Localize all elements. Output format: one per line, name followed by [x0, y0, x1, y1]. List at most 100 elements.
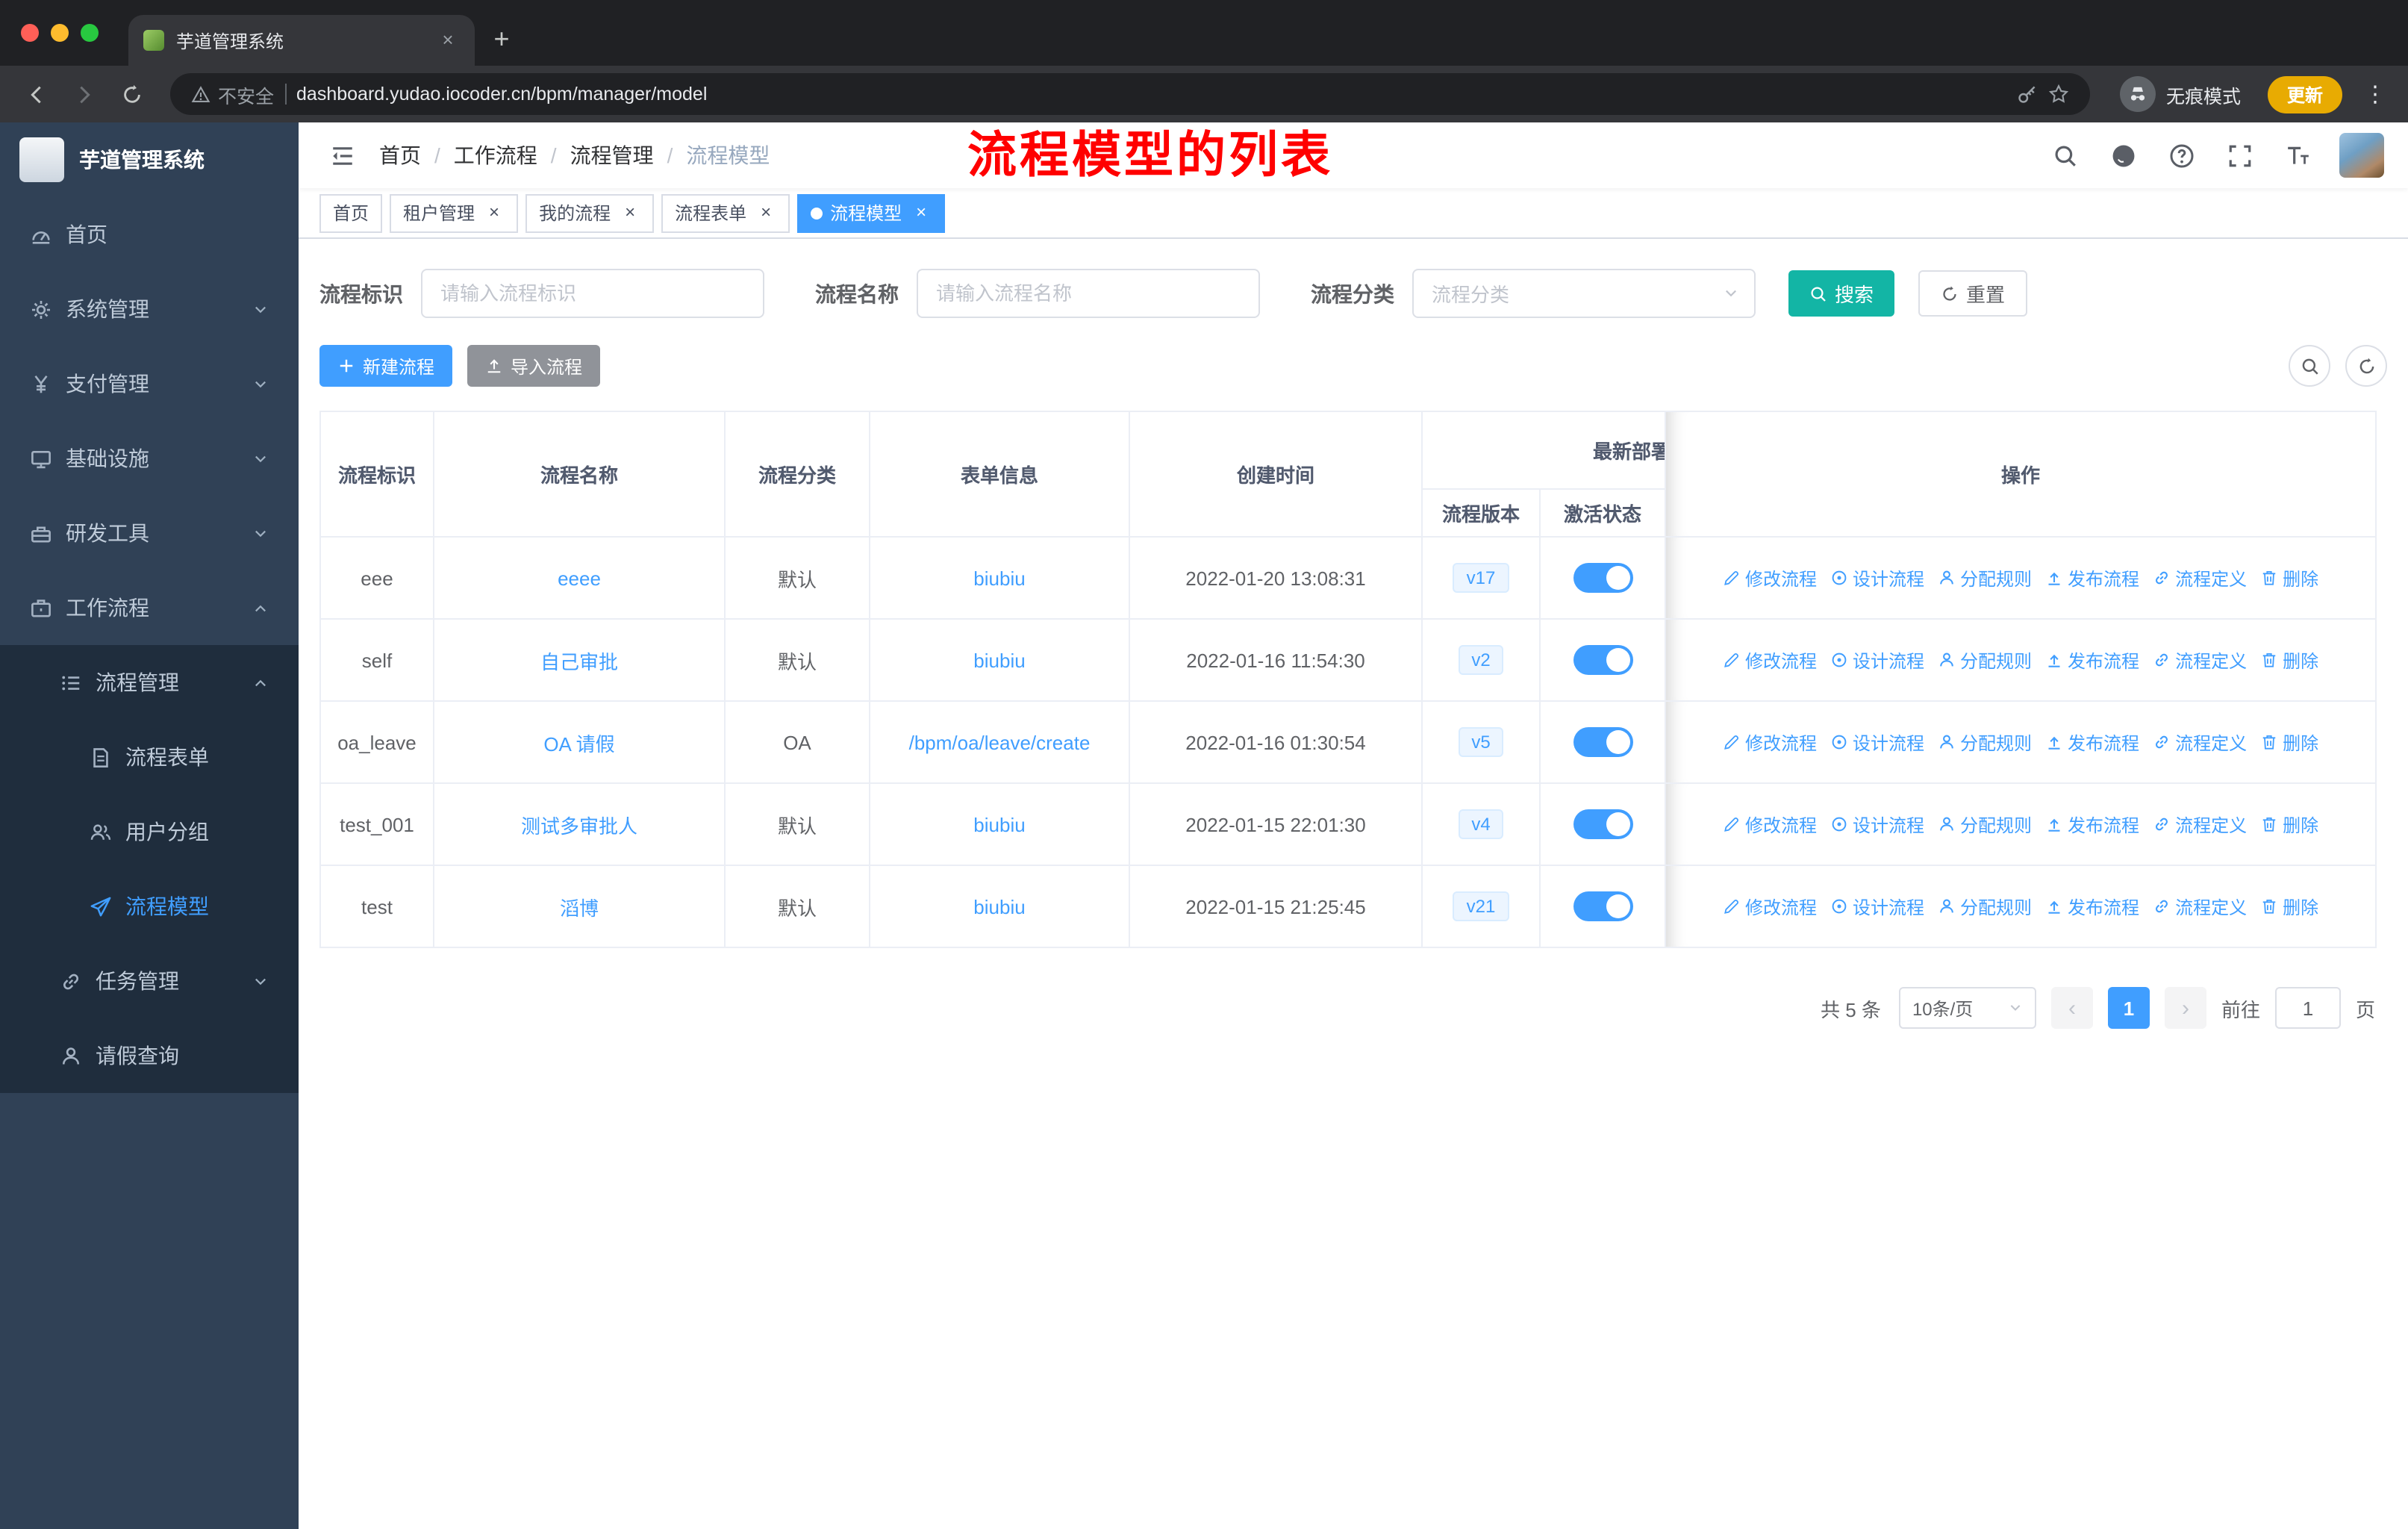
sidebar-item[interactable]: 研发工具	[0, 496, 299, 570]
action-deploy-process[interactable]: 发布流程	[2045, 812, 2139, 837]
tag-view[interactable]: 首页	[319, 193, 383, 232]
close-icon[interactable]: ×	[484, 202, 505, 223]
sidebar-collapse-button[interactable]	[322, 136, 361, 175]
incognito-profile-chip[interactable]: 无痕模式	[2108, 76, 2253, 112]
sidebar-item[interactable]: 流程模型	[0, 869, 299, 944]
action-assign-rules[interactable]: 分配规则	[1938, 647, 2032, 673]
action-deploy-process[interactable]: 发布流程	[2045, 565, 2139, 591]
action-modify-process[interactable]: 修改流程	[1723, 647, 1817, 673]
toggle-search-button[interactable]	[2289, 345, 2330, 387]
form-info-link[interactable]: /bpm/oa/leave/create	[909, 731, 1091, 753]
import-process-button[interactable]: 导入流程	[467, 345, 601, 387]
zoom-window-button[interactable]	[81, 24, 99, 42]
form-info-link[interactable]: biubiu	[973, 813, 1025, 835]
close-icon[interactable]: ×	[755, 202, 776, 223]
sidebar-item[interactable]: 基础设施	[0, 421, 299, 496]
tag-view[interactable]: 流程模型 ×	[797, 193, 946, 232]
action-process-definition[interactable]: 流程定义	[2153, 894, 2247, 919]
sidebar-item[interactable]: 用户分组	[0, 794, 299, 869]
action-assign-rules[interactable]: 分配规则	[1938, 812, 2032, 837]
action-modify-process[interactable]: 修改流程	[1723, 565, 1817, 591]
update-browser-button[interactable]: 更新	[2267, 75, 2342, 113]
breadcrumb-item[interactable]: 工作流程	[454, 140, 537, 170]
action-assign-rules[interactable]: 分配规则	[1938, 894, 2032, 919]
goto-page-input[interactable]	[2274, 987, 2341, 1029]
forward-button[interactable]	[63, 73, 105, 115]
sidebar-item[interactable]: 任务管理	[0, 944, 299, 1018]
action-modify-process[interactable]: 修改流程	[1723, 729, 1817, 755]
reload-button[interactable]	[110, 73, 152, 115]
action-process-definition[interactable]: 流程定义	[2153, 729, 2247, 755]
sidebar-item[interactable]: 流程表单	[0, 720, 299, 794]
process-name-link[interactable]: 自己审批	[540, 650, 618, 673]
action-assign-rules[interactable]: 分配规则	[1938, 565, 2032, 591]
reset-button[interactable]: 重置	[1918, 270, 2028, 317]
browser-tab[interactable]: 芋道管理系统 ×	[128, 15, 475, 66]
header-search-button[interactable]	[2048, 139, 2081, 172]
action-design-process[interactable]: 设计流程	[1830, 812, 1924, 837]
sidebar-item[interactable]: 系统管理	[0, 272, 299, 346]
sidebar-item[interactable]: 工作流程	[0, 570, 299, 645]
browser-menu-button[interactable]: ⋮	[2357, 81, 2393, 108]
close-icon[interactable]: ×	[620, 202, 640, 223]
action-process-definition[interactable]: 流程定义	[2153, 812, 2247, 837]
sidebar-item[interactable]: 首页	[0, 197, 299, 272]
action-deploy-process[interactable]: 发布流程	[2045, 894, 2139, 919]
status-toggle[interactable]	[1573, 891, 1632, 921]
process-name-link[interactable]: OA 请假	[543, 732, 614, 755]
current-page-button[interactable]: 1	[2107, 987, 2150, 1029]
close-icon[interactable]: ×	[911, 202, 932, 223]
page-size-select[interactable]: 10条/页	[1898, 987, 2036, 1029]
tag-view[interactable]: 租户管理 ×	[390, 193, 519, 232]
address-bar[interactable]: 不安全 dashboard.yudao.iocoder.cn/bpm/manag…	[170, 73, 2090, 115]
user-avatar[interactable]	[2339, 133, 2384, 178]
back-button[interactable]	[15, 73, 57, 115]
action-modify-process[interactable]: 修改流程	[1723, 812, 1817, 837]
form-info-link[interactable]: biubiu	[973, 649, 1025, 671]
sidebar-item[interactable]: 支付管理	[0, 346, 299, 421]
action-delete[interactable]: 删除	[2260, 565, 2318, 591]
action-delete[interactable]: 删除	[2260, 729, 2318, 755]
action-design-process[interactable]: 设计流程	[1830, 647, 1924, 673]
action-delete[interactable]: 删除	[2260, 894, 2318, 919]
form-info-link[interactable]: biubiu	[973, 567, 1025, 589]
action-process-definition[interactable]: 流程定义	[2153, 565, 2247, 591]
tab-close-icon[interactable]: ×	[436, 28, 460, 52]
status-toggle[interactable]	[1573, 727, 1632, 757]
action-deploy-process[interactable]: 发布流程	[2045, 647, 2139, 673]
create-process-button[interactable]: 新建流程	[319, 345, 453, 387]
category-select[interactable]: 流程分类	[1412, 269, 1756, 318]
process-key-input[interactable]	[421, 269, 764, 318]
font-size-button[interactable]	[2281, 139, 2314, 172]
action-design-process[interactable]: 设计流程	[1830, 894, 1924, 919]
prev-page-button[interactable]: ‹	[2050, 987, 2093, 1029]
help-button[interactable]	[2165, 139, 2198, 172]
process-name-link[interactable]: 测试多审批人	[521, 815, 637, 837]
search-button[interactable]: 搜索	[1788, 270, 1895, 317]
minimize-window-button[interactable]	[51, 24, 69, 42]
fullscreen-button[interactable]	[2223, 139, 2256, 172]
process-name-link[interactable]: 滔博	[560, 897, 599, 919]
process-name-link[interactable]: eeee	[558, 567, 601, 589]
refresh-table-button[interactable]	[2345, 345, 2387, 387]
security-indicator[interactable]: 不安全	[191, 80, 274, 108]
tag-view[interactable]: 我的流程 ×	[525, 193, 655, 232]
github-button[interactable]	[2106, 139, 2139, 172]
bookmark-button[interactable]	[2048, 83, 2069, 105]
process-name-input[interactable]	[917, 269, 1260, 318]
sidebar-item[interactable]: 流程管理	[0, 645, 299, 720]
status-toggle[interactable]	[1573, 645, 1632, 675]
tag-view[interactable]: 流程表单 ×	[661, 193, 790, 232]
action-modify-process[interactable]: 修改流程	[1723, 894, 1817, 919]
action-design-process[interactable]: 设计流程	[1830, 565, 1924, 591]
status-toggle[interactable]	[1573, 809, 1632, 839]
action-delete[interactable]: 删除	[2260, 812, 2318, 837]
password-manager-button[interactable]	[2017, 83, 2038, 105]
breadcrumb-item[interactable]: 首页	[379, 140, 421, 170]
action-process-definition[interactable]: 流程定义	[2153, 647, 2247, 673]
new-tab-button[interactable]: +	[481, 18, 523, 60]
action-assign-rules[interactable]: 分配规则	[1938, 729, 2032, 755]
form-info-link[interactable]: biubiu	[973, 895, 1025, 918]
action-delete[interactable]: 删除	[2260, 647, 2318, 673]
close-window-button[interactable]	[21, 24, 39, 42]
